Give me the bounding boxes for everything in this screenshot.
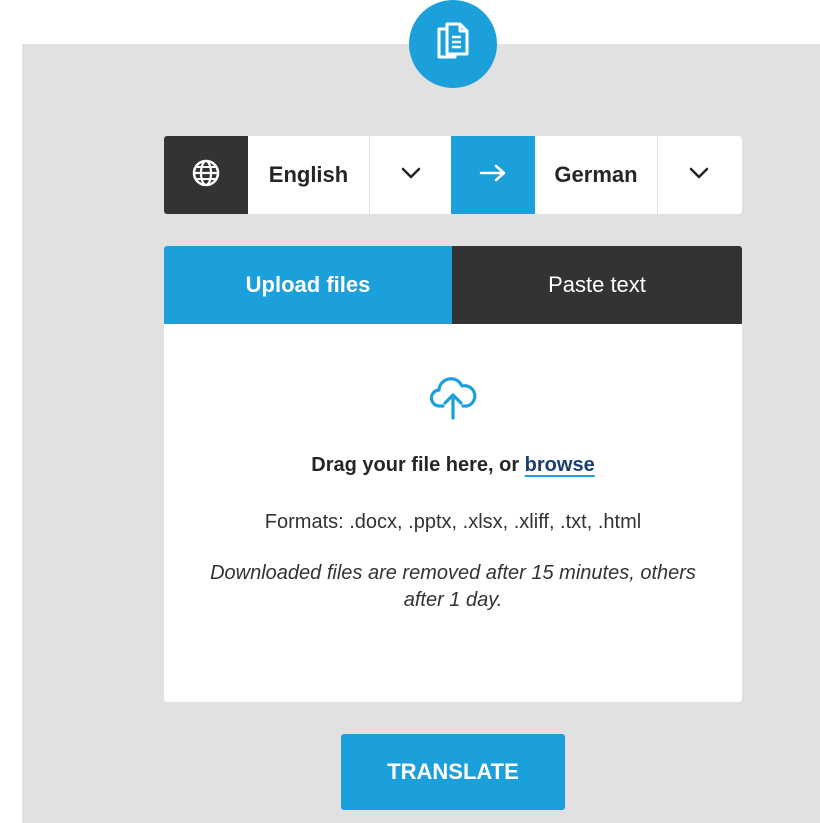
drag-text: Drag your file here, or (311, 454, 525, 476)
target-language-label[interactable]: German (535, 136, 657, 214)
language-globe (164, 136, 248, 214)
page: English German Upload files Paste text D… (0, 0, 820, 823)
translate-button[interactable]: TRANSLATE (341, 734, 565, 810)
supported-formats: Formats: .docx, .pptx, .xlsx, .xliff, .t… (264, 511, 642, 533)
tab-paste-text[interactable]: Paste text (452, 246, 742, 324)
arrow-right-icon (478, 163, 508, 188)
file-drop-zone[interactable]: Drag your file here, or browse Formats: … (164, 324, 742, 702)
cloud-upload-icon (429, 374, 477, 425)
source-language-dropdown[interactable] (369, 136, 451, 214)
browse-link[interactable]: browse (525, 454, 595, 476)
retention-notice: Downloaded files are removed after 15 mi… (210, 562, 696, 611)
language-selector-bar: English German (164, 136, 742, 214)
source-language-label[interactable]: English (248, 136, 369, 214)
swap-languages-button[interactable] (451, 136, 535, 214)
tab-upload-files[interactable]: Upload files (164, 246, 452, 324)
input-mode-tabs: Upload files Paste text (164, 246, 742, 324)
chevron-down-icon (401, 166, 421, 184)
drag-instruction: Drag your file here, or browse (164, 454, 742, 477)
cloud-upload-wrapper (164, 374, 742, 425)
chevron-down-icon (689, 166, 709, 184)
globe-icon (191, 158, 221, 193)
upload-card: Upload files Paste text Drag your file h… (164, 246, 742, 702)
documents-badge (409, 0, 497, 88)
copy-documents-icon (435, 21, 471, 68)
target-language-dropdown[interactable] (657, 136, 739, 214)
